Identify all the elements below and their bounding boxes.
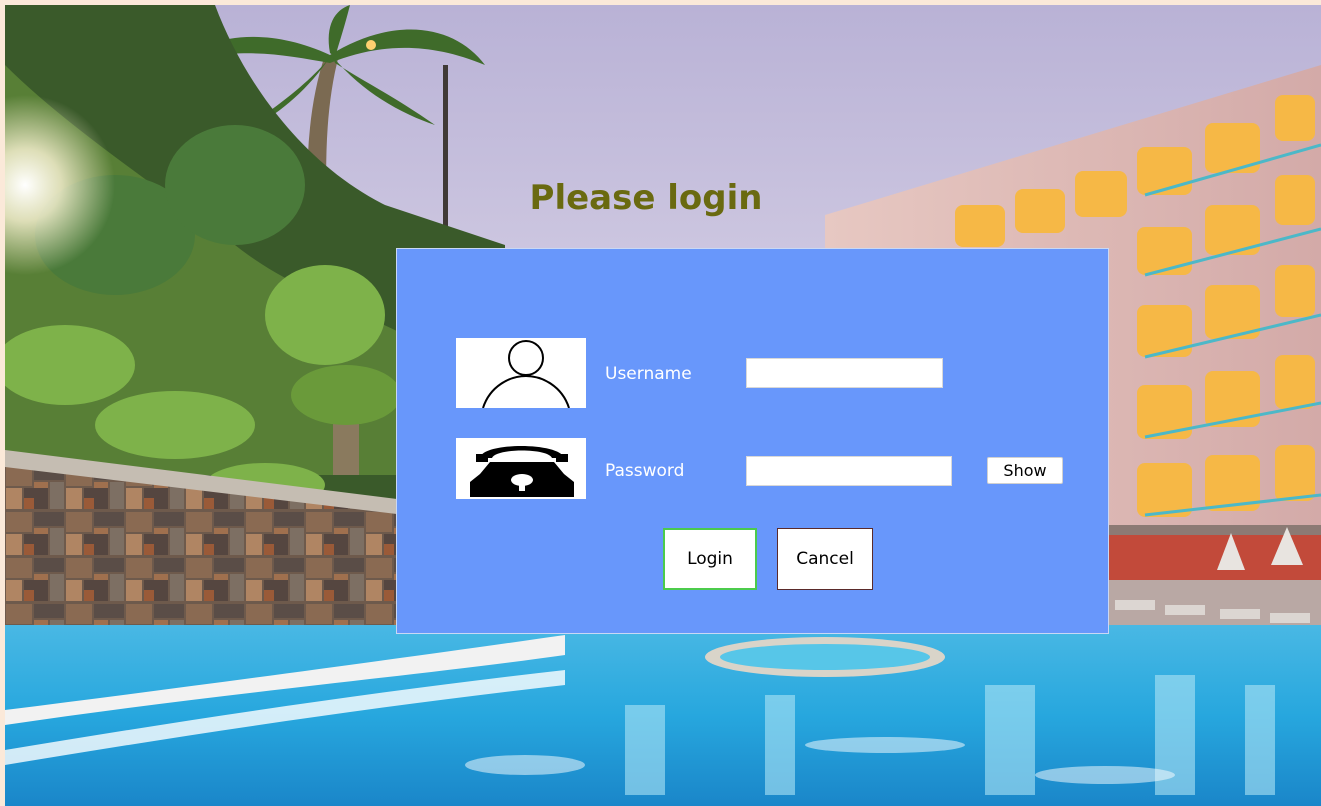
user-icon (456, 338, 586, 408)
login-button[interactable]: Login (663, 528, 757, 590)
show-password-button[interactable]: Show (987, 457, 1063, 484)
page-title: Please login (529, 178, 763, 218)
password-label: Password (605, 461, 685, 481)
login-panel: Username Password Show Login Cancel (396, 248, 1109, 634)
password-field[interactable] (746, 456, 952, 486)
username-field[interactable] (746, 358, 943, 388)
cancel-button[interactable]: Cancel (777, 528, 873, 590)
username-label: Username (605, 364, 692, 384)
lock-icon (456, 438, 586, 499)
